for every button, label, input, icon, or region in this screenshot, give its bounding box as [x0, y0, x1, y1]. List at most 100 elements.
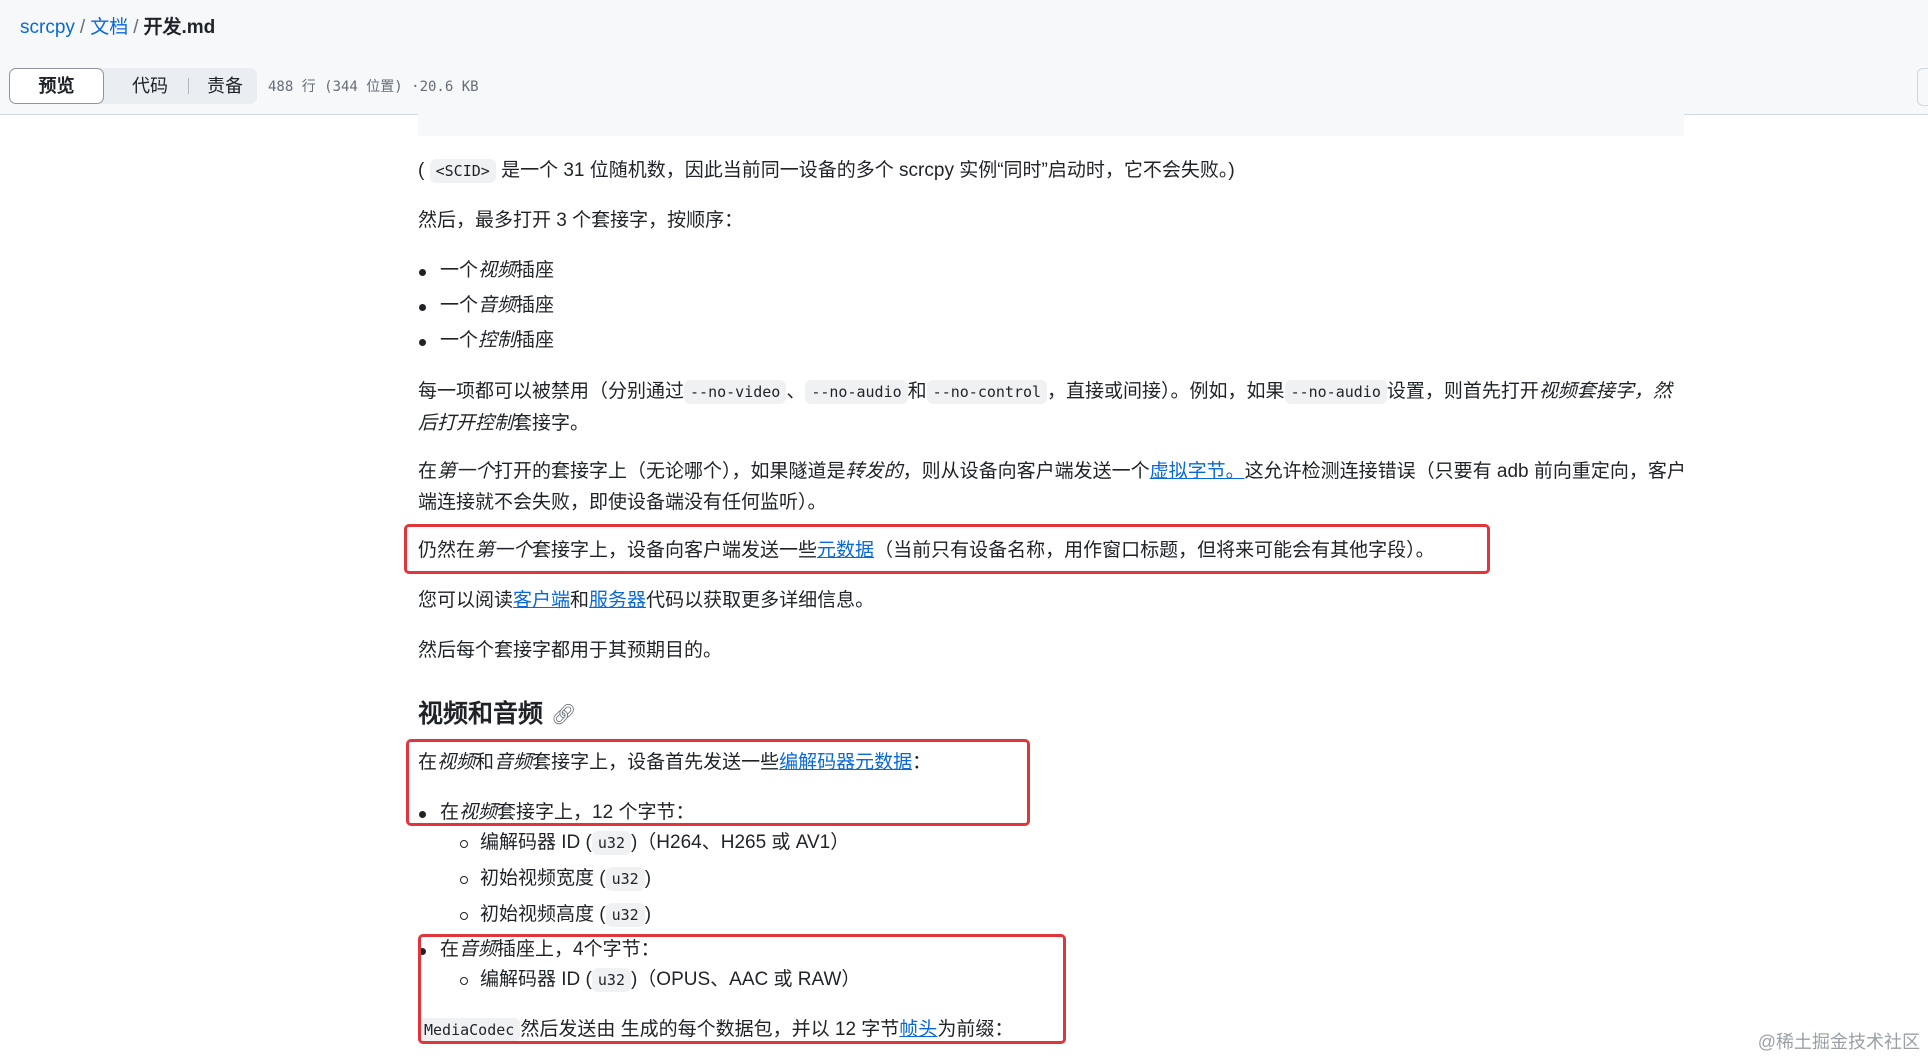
text: 和 — [475, 752, 495, 773]
watermark: @稀土掘金技术社区 — [1757, 1032, 1920, 1052]
segment-divider — [188, 78, 189, 94]
text: 每一项都可以被禁用（分别通过 — [418, 381, 685, 402]
text: 初始视频宽度 ( — [480, 868, 606, 889]
inline-code: u32 — [591, 968, 631, 992]
paragraph-dummy-byte: 在第一个打开的套接字上（无论哪个），如果隧道是转发的，则从设备向客户端发送一个虚… — [418, 456, 1686, 518]
sub-list-item: 初始视频宽度 (u32) — [459, 865, 652, 893]
text: 一个 — [440, 295, 479, 316]
breadcrumb-folder-link[interactable]: 文档 — [90, 17, 128, 38]
server-link[interactable]: 服务器 — [589, 590, 646, 611]
codec-metadata-link[interactable]: 编解码器元数据 — [779, 752, 912, 773]
text: 在 — [418, 461, 438, 482]
inline-code: --no-audio — [805, 380, 908, 404]
text: ) — [644, 904, 652, 925]
client-link[interactable]: 客户端 — [513, 590, 570, 611]
text: 然后发送由 生成的每个数据包，并以 12 字节 — [520, 1019, 900, 1040]
list-item-video: 在视频套接字上，12 个字节： — [418, 799, 695, 827]
text: )（H264、H265 或 AV1） — [630, 832, 850, 853]
text: ( — [418, 160, 425, 181]
inline-code: --no-control — [926, 380, 1048, 404]
paragraph-mediacodec: MediaCodec 然后发送由 生成的每个数据包，并以 12 字节帧头为前缀： — [418, 1016, 1013, 1044]
toolbar-right-button[interactable] — [1917, 68, 1928, 106]
text: 代码以获取更多详细信息。 — [646, 590, 875, 611]
emphasis: 视频 — [478, 260, 517, 281]
text: 插座上，4个字节： — [497, 939, 660, 960]
frame-header-link[interactable]: 帧头 — [899, 1019, 937, 1040]
text: 插座 — [516, 260, 555, 281]
text: 初始视频高度 ( — [480, 904, 606, 925]
paragraph-codec-metadata: 在视频和音频套接字上，设备首先发送一些编解码器元数据： — [418, 749, 931, 777]
paragraph-open-sockets: 然后，最多打开 3 个套接字，按顺序： — [418, 210, 744, 231]
code-button[interactable]: 代码 — [115, 68, 185, 104]
text: 、 — [786, 381, 806, 402]
blame-button[interactable]: 责备 — [195, 68, 255, 104]
text: 套接字上，12 个字节： — [497, 802, 695, 823]
inline-code: MediaCodec — [418, 1018, 521, 1042]
text: 打开的套接字上（无论哪个），如果隧道是 — [494, 461, 846, 482]
sub-list-item: 编解码器 ID (u32)（OPUS、AAC 或 RAW） — [459, 966, 861, 994]
text: 套接字上，设备向客户端发送一些 — [532, 540, 818, 561]
emphasis: 转发的 — [845, 461, 903, 482]
paragraph-scid: ( <SCID> 是一个 31 位随机数，因此当前同一设备的多个 scrcpy … — [418, 157, 1235, 185]
text: 在 — [418, 752, 438, 773]
inline-code: u32 — [605, 867, 645, 891]
sub-list-item: 编解码器 ID (u32)（H264、H265 或 AV1） — [459, 829, 850, 857]
breadcrumb: scrcpy / 文档 / 开发.md — [20, 16, 215, 40]
inline-code: --no-video — [684, 380, 787, 404]
preview-button[interactable]: 预览 — [9, 68, 104, 104]
text: 一个 — [440, 260, 479, 281]
inline-code: u32 — [605, 903, 645, 927]
text: 设置，则首先打开 — [1386, 381, 1539, 402]
text: 在 — [440, 939, 460, 960]
text: 编解码器 ID ( — [480, 832, 592, 853]
emphasis: 视频 — [459, 802, 498, 823]
emphasis: 视频 — [437, 752, 476, 773]
file-toolbar: 预览 代码 责备 488 行 (344 位置) ·20.6 KB — [0, 56, 1928, 115]
breadcrumb-current-file: 开发.md — [143, 17, 216, 38]
list-item: 一个音频插座 — [418, 292, 555, 320]
paragraph-disable-options: 每一项都可以被禁用（分别通过 --no-video、 --no-audio 和 --no… — [418, 376, 1686, 439]
paragraph-read-code: 您可以阅读客户端和服务器代码以获取更多详细信息。 — [418, 587, 874, 615]
text: 套接字。 — [513, 413, 590, 434]
text: )（OPUS、AAC 或 RAW） — [630, 969, 861, 990]
emphasis: 第一个 — [475, 540, 533, 561]
text: 和 — [907, 381, 927, 402]
list-item-audio: 在音频插座上，4个字节： — [419, 936, 660, 964]
text: 在 — [440, 802, 460, 823]
text: ，则从设备向客户端发送一个 — [902, 461, 1150, 482]
emphasis: 控制 — [478, 330, 517, 351]
file-info: 488 行 (344 位置) ·20.6 KB — [268, 79, 479, 95]
link-icon[interactable]: 🔗︎ — [551, 697, 576, 733]
metadata-link[interactable]: 元数据 — [817, 540, 874, 561]
breadcrumb-separator: / — [79, 17, 86, 38]
list-item: 一个控制插座 — [418, 327, 555, 355]
text: 套接字上，设备首先发送一些 — [532, 752, 780, 773]
section-heading-video-audio: 视频和音频 🔗︎ — [418, 696, 576, 733]
paragraph-purpose: 然后每个套接字都用于其预期目的。 — [418, 640, 723, 661]
breadcrumb-repo-link[interactable]: scrcpy — [20, 17, 75, 38]
heading-text: 视频和音频 — [418, 700, 544, 728]
list-item: 一个视频插座 — [418, 257, 555, 285]
text: 您可以阅读 — [418, 590, 514, 611]
text: 是一个 31 位随机数，因此当前同一设备的多个 scrcpy 实例“同时”启动时… — [501, 160, 1235, 181]
text: 为前缀： — [937, 1019, 1014, 1040]
emphasis: 音频 — [478, 295, 517, 316]
text: ，直接或间接）。例如，如果 — [1047, 381, 1285, 402]
text: 编解码器 ID ( — [480, 969, 592, 990]
text: ： — [912, 752, 932, 773]
emphasis: 音频 — [494, 752, 533, 773]
view-mode-switcher: 预览 代码 责备 — [9, 68, 257, 104]
breadcrumb-separator: / — [133, 17, 139, 38]
inline-code: <SCID> — [429, 159, 496, 183]
dummy-byte-link[interactable]: 虚拟字节。 — [1150, 461, 1245, 482]
text: 插座 — [516, 330, 555, 351]
text: 和 — [570, 590, 590, 611]
text: 仍然在 — [418, 540, 476, 561]
text: （当前只有设备名称，用作窗口标题，但将来可能会有其他字段）。 — [874, 540, 1435, 561]
text: ) — [644, 868, 652, 889]
emphasis: 音频 — [459, 939, 498, 960]
text: 插座 — [516, 295, 555, 316]
paragraph-metadata: 仍然在第一个套接字上，设备向客户端发送一些元数据（当前只有设备名称，用作窗口标题… — [418, 537, 1435, 565]
inline-code: u32 — [591, 831, 631, 855]
sub-list-item: 初始视频高度 (u32) — [459, 901, 652, 929]
